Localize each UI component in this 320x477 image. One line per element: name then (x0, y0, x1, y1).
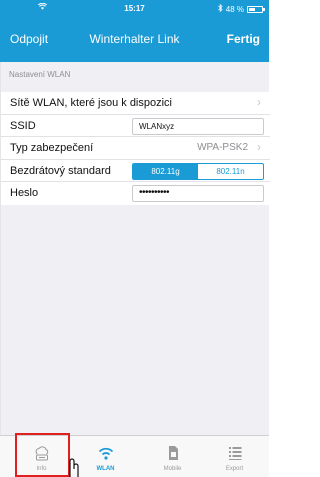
standard-option-80211g[interactable]: 802.11g (133, 163, 198, 179)
tab-wlan[interactable]: WLAN (72, 436, 139, 477)
password-label: Heslo (10, 187, 39, 199)
ssid-row: SSID WLANxyz (1, 115, 270, 137)
tab-export[interactable]: Export (201, 436, 268, 477)
hand-cursor-icon (67, 456, 79, 477)
bluetooth-icon (217, 3, 223, 14)
security-type-row[interactable]: Typ zabezpečení WPA-PSK2 › (1, 137, 270, 160)
tab-mobile-label: Mobile (163, 466, 182, 472)
chevron-right-icon: › (257, 95, 261, 109)
ssid-label: SSID (10, 119, 36, 132)
battery-status: 48 % (217, 3, 265, 14)
wifi-icon (72, 444, 139, 462)
battery-percent: 48 % (225, 4, 244, 14)
list-icon (201, 444, 268, 462)
navigation-bar: Odpojit Winterhalter Link Fertig (0, 20, 269, 62)
wlan-settings-list: Sítě WLAN, které jsou k dispozici › SSID… (1, 92, 270, 205)
tab-mobile[interactable]: Mobile (139, 436, 206, 477)
tab-export-label: Export (225, 466, 244, 472)
info-tab-highlight (15, 433, 70, 477)
status-bar: 15:17 48 % (0, 0, 269, 20)
available-networks-label: Sítě WLAN, které jsou k dispozici (10, 97, 173, 109)
available-networks-row[interactable]: Sítě WLAN, které jsou k dispozici › (1, 92, 270, 115)
settings-content: Nastavení WLAN Sítě WLAN, které jsou k d… (0, 62, 270, 435)
security-type-label: Typ zabezpečení (10, 142, 94, 154)
wireless-standard-label: Bezdrátový standard (10, 164, 111, 177)
ssid-input[interactable]: WLANxyz (132, 117, 264, 135)
standard-option-80211n[interactable]: 802.11n (198, 164, 263, 179)
wireless-standard-row: Bezdrátový standard 802.11g 802.11n (1, 160, 270, 182)
password-row: Heslo •••••••••• (1, 182, 270, 205)
section-header: Nastavení WLAN (9, 70, 71, 79)
password-input[interactable]: •••••••••• (132, 185, 264, 202)
security-type-value: WPA-PSK2 (197, 142, 248, 153)
tab-wlan-label: WLAN (96, 466, 115, 472)
chevron-right-icon: › (257, 140, 261, 154)
done-button[interactable]: Fertig (227, 32, 260, 46)
battery-icon (247, 5, 265, 13)
wireless-standard-segmented-control: 802.11g 802.11n (132, 162, 264, 180)
sim-card-icon (139, 444, 206, 462)
